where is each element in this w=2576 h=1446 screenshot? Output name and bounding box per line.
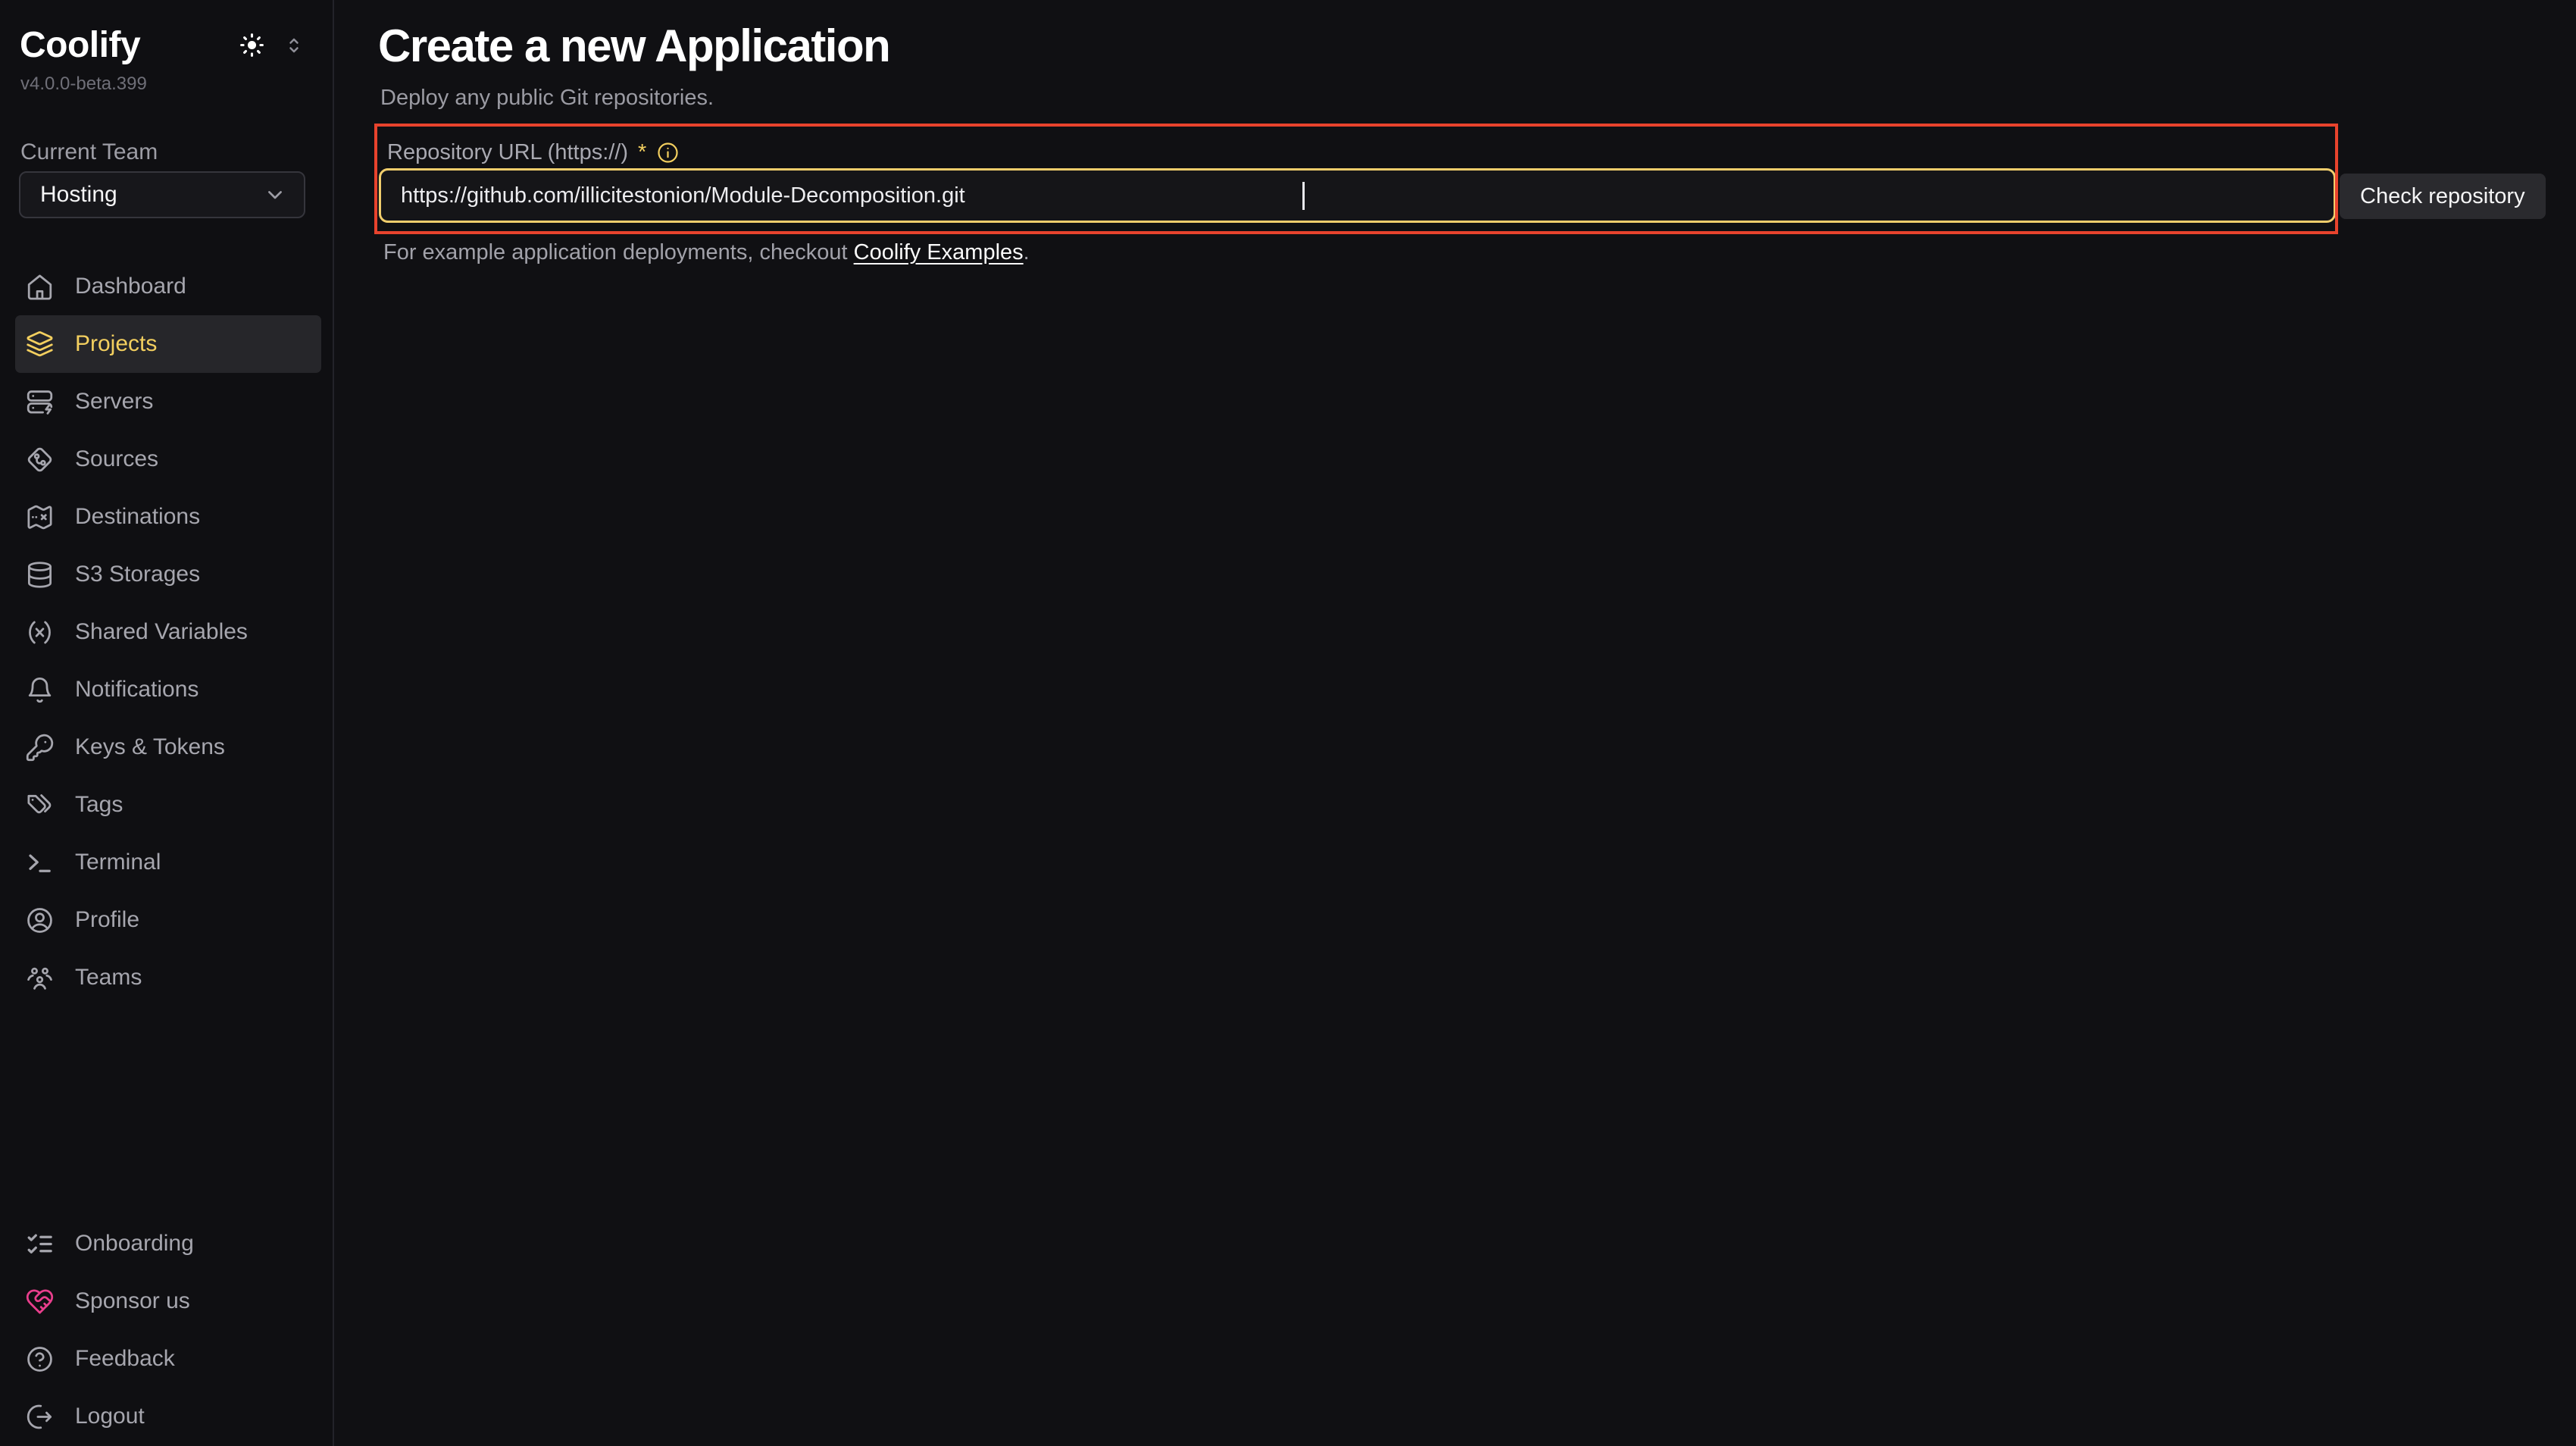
sidebar-item-profile[interactable]: Profile [15, 891, 321, 949]
user-circle-icon [25, 906, 55, 935]
sidebar-item-label: Teams [75, 965, 142, 991]
sidebar-item-sources[interactable]: Sources [15, 430, 321, 488]
sidebar-item-onboarding[interactable]: Onboarding [15, 1215, 321, 1272]
sidebar-item-servers[interactable]: Servers [15, 373, 321, 430]
server-icon [25, 387, 55, 417]
layers-icon [25, 330, 55, 359]
sidebar-item-projects[interactable]: Projects [15, 315, 321, 373]
sidebar-item-label: Logout [75, 1404, 145, 1429]
main-content: Create a new Application Deploy any publ… [336, 0, 2576, 1446]
app-version: v4.0.0-beta.399 [20, 74, 147, 95]
sidebar-item-label: Sources [75, 446, 158, 472]
checklist-icon [25, 1229, 55, 1259]
sidebar-item-logout[interactable]: Logout [15, 1388, 321, 1445]
sidebar-item-teams[interactable]: Teams [15, 949, 321, 1006]
terminal-icon [25, 848, 55, 878]
home-icon [25, 272, 55, 302]
logo-row: Coolify [20, 24, 305, 66]
heart-handshake-icon [25, 1287, 55, 1316]
chevron-down-icon [263, 183, 287, 207]
sidebar-item-notifications[interactable]: Notifications [15, 661, 321, 718]
sidebar-footer-nav: Onboarding Sponsor us Feedback Logout [0, 1215, 333, 1445]
tags-icon [25, 790, 55, 820]
sidebar-item-dashboard[interactable]: Dashboard [15, 258, 321, 315]
sidebar-item-label: Tags [75, 792, 123, 818]
theme-toggle-sun-icon[interactable] [238, 31, 266, 59]
sidebar-item-label: Onboarding [75, 1231, 194, 1257]
sidebar-item-label: Destinations [75, 504, 200, 530]
chevrons-up-down-icon[interactable] [283, 34, 305, 57]
logo-icons [238, 31, 305, 59]
check-repository-button[interactable]: Check repository [2340, 174, 2546, 219]
sidebar-item-sponsor-us[interactable]: Sponsor us [15, 1272, 321, 1330]
sidebar-item-label: Sponsor us [75, 1288, 190, 1314]
coolify-examples-link[interactable]: Coolify Examples [854, 240, 1024, 264]
users-icon [25, 963, 55, 993]
sidebar-item-label: Dashboard [75, 274, 186, 299]
key-icon [25, 733, 55, 762]
helper-prefix: For example application deployments, che… [383, 240, 854, 264]
helper-suffix: . [1024, 240, 1030, 264]
repository-url-label-row: Repository URL (https://) * [387, 139, 680, 166]
sidebar-item-feedback[interactable]: Feedback [15, 1330, 321, 1388]
map-icon [25, 502, 55, 532]
sidebar-item-label: Shared Variables [75, 619, 248, 645]
page-subtitle: Deploy any public Git repositories. [380, 86, 714, 111]
git-source-icon [25, 445, 55, 474]
help-circle-icon [25, 1344, 55, 1374]
sidebar-item-tags[interactable]: Tags [15, 776, 321, 834]
repository-url-input[interactable] [379, 168, 2336, 223]
sidebar-item-label: Keys & Tokens [75, 734, 225, 760]
sidebar-item-label: S3 Storages [75, 562, 200, 587]
sidebar-item-label: Projects [75, 331, 157, 357]
sidebar-item-s3-storages[interactable]: S3 Storages [15, 546, 321, 603]
team-select[interactable]: Hosting [19, 171, 305, 218]
helper-text: For example application deployments, che… [383, 240, 1030, 265]
sidebar-item-label: Profile [75, 907, 139, 933]
team-select-value: Hosting [40, 182, 117, 208]
variable-icon [25, 618, 55, 647]
bell-icon [25, 675, 55, 705]
sidebar-item-terminal[interactable]: Terminal [15, 834, 321, 891]
sidebar-item-destinations[interactable]: Destinations [15, 488, 321, 546]
app-logo: Coolify [20, 24, 140, 66]
logout-icon [25, 1402, 55, 1432]
sidebar-item-keys-tokens[interactable]: Keys & Tokens [15, 718, 321, 776]
sidebar-item-label: Feedback [75, 1346, 175, 1372]
repository-url-label: Repository URL (https://) [387, 140, 628, 165]
database-icon [25, 560, 55, 590]
info-icon[interactable] [656, 141, 680, 164]
sidebar-item-label: Notifications [75, 677, 199, 703]
required-asterisk: * [638, 140, 646, 165]
sidebar-nav: Dashboard Projects Servers Sources Destinati… [0, 258, 333, 1006]
sidebar: Coolify v4.0.0-beta.399 Current Team Hos… [0, 0, 334, 1446]
page-title: Create a new Application [378, 20, 889, 72]
sidebar-item-label: Servers [75, 389, 153, 415]
text-cursor [1302, 182, 1305, 210]
sidebar-item-label: Terminal [75, 850, 161, 875]
current-team-label: Current Team [20, 139, 158, 165]
sidebar-item-shared-variables[interactable]: Shared Variables [15, 603, 321, 661]
